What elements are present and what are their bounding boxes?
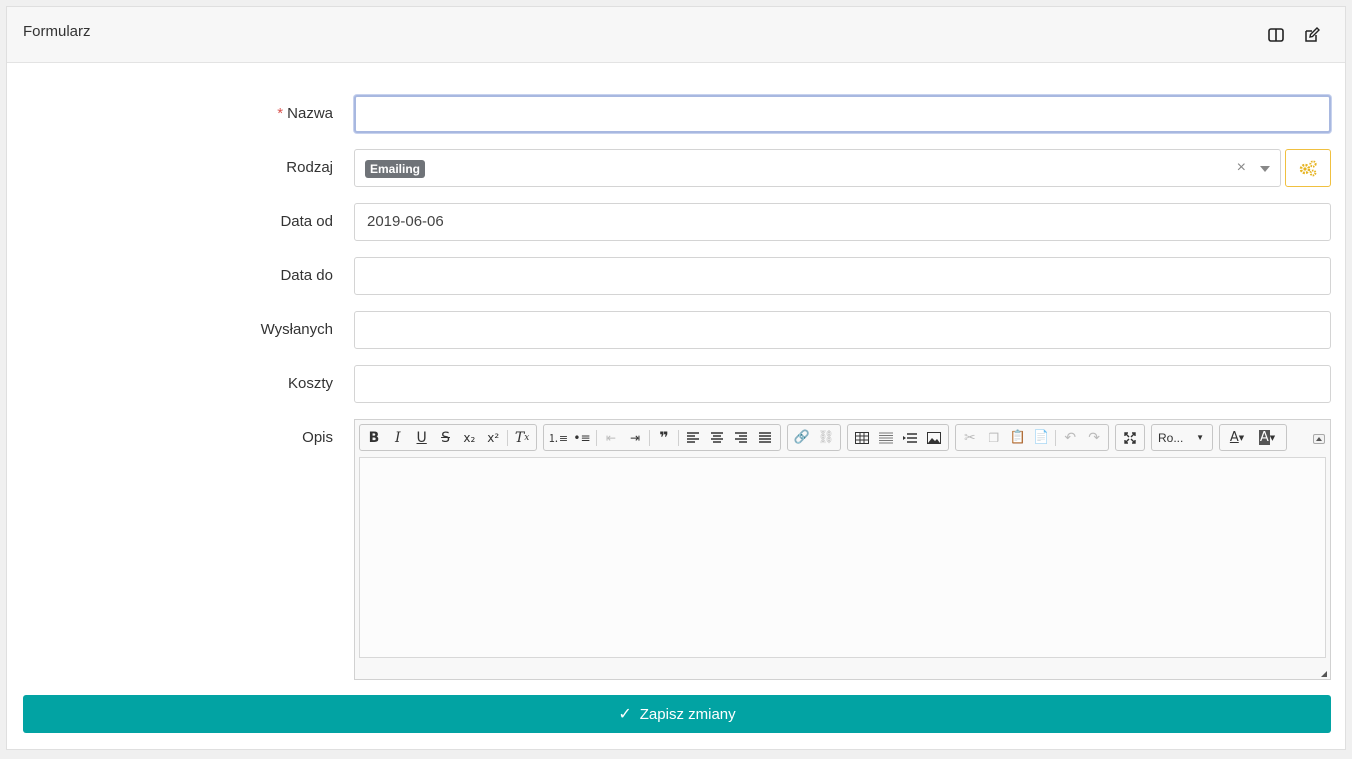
background-color-icon[interactable]: A ▼ xyxy=(1252,426,1282,450)
rodzaj-settings-button[interactable] xyxy=(1285,149,1331,187)
page-break-icon[interactable] xyxy=(898,426,922,450)
koszty-input[interactable] xyxy=(354,365,1331,403)
redo-icon[interactable]: ↷ xyxy=(1082,426,1106,450)
koszty-label: Koszty xyxy=(287,375,333,392)
maximize-icon[interactable] xyxy=(1118,426,1142,450)
card-header: Formularz xyxy=(7,7,1345,63)
gears-icon xyxy=(1299,160,1317,177)
toolbar-separator xyxy=(596,429,597,446)
toolbar-separator xyxy=(1055,429,1057,446)
columns-icon[interactable] xyxy=(1266,25,1286,45)
nazwa-input[interactable] xyxy=(354,95,1331,133)
data-od-label: Data od xyxy=(280,213,333,230)
required-marker: * xyxy=(277,105,284,122)
remove-format-icon[interactable]: Tx xyxy=(510,426,534,450)
edit-icon[interactable] xyxy=(1302,25,1322,45)
paste-text-icon[interactable]: 📄 xyxy=(1029,426,1053,450)
undo-icon[interactable]: ↶ xyxy=(1058,426,1082,450)
toolbar-group-links: 🔗 ⛓ xyxy=(787,424,841,451)
paste-icon[interactable]: 📋 xyxy=(1006,426,1030,450)
opis-label: Opis xyxy=(302,429,333,446)
check-icon: ✓ xyxy=(618,706,632,723)
superscript-icon[interactable]: x² xyxy=(481,426,505,450)
editor-content-area[interactable] xyxy=(359,457,1326,658)
align-right-icon[interactable] xyxy=(729,426,753,450)
toolbar-group-basic: B I U S x₂ x² Tx xyxy=(359,424,537,451)
resize-handle[interactable] xyxy=(1321,671,1327,677)
toolbar-group-font: Ro... ▼ xyxy=(1151,424,1213,451)
save-button-label: Zapisz zmiany xyxy=(639,705,736,723)
indent-icon[interactable]: ⇥ xyxy=(623,426,647,450)
bulleted-list-icon[interactable]: •≡ xyxy=(570,426,594,450)
horizontal-line-icon[interactable] xyxy=(874,426,898,450)
card-title: Formularz xyxy=(23,23,91,40)
data-od-input[interactable]: 2019-06-06 xyxy=(354,203,1331,241)
clear-icon[interactable]: × xyxy=(1237,159,1246,177)
wyslanych-input[interactable] xyxy=(354,311,1331,349)
nazwa-label-text: Nazwa xyxy=(287,105,333,122)
bold-icon[interactable]: B xyxy=(362,426,386,450)
toolbar-separator xyxy=(507,429,509,446)
chevron-down-icon: ▼ xyxy=(1196,433,1204,442)
toolbar-group-clipboard: ✂ ❐ 📋 📄 ↶ ↷ xyxy=(955,424,1109,451)
blockquote-icon[interactable]: ❞ xyxy=(652,426,676,450)
italic-icon[interactable]: I xyxy=(386,426,410,450)
wyslanych-label: Wysłanych xyxy=(260,321,333,338)
table-icon[interactable] xyxy=(850,426,874,450)
outdent-icon[interactable]: ⇤ xyxy=(599,426,623,450)
image-icon[interactable] xyxy=(922,426,946,450)
toolbar-group-colors: A ▼ A ▼ xyxy=(1219,424,1287,451)
data-do-label: Data do xyxy=(280,267,333,284)
link-icon[interactable]: 🔗 xyxy=(790,426,814,450)
toolbar-separator xyxy=(649,429,650,446)
rodzaj-select[interactable]: Emailing × xyxy=(354,149,1281,187)
nazwa-label: * Nazwa xyxy=(133,105,333,122)
selected-tag[interactable]: Emailing xyxy=(365,160,426,178)
font-combo[interactable]: Ro... ▼ xyxy=(1152,426,1210,450)
toolbar-group-view xyxy=(1115,424,1145,451)
align-left-icon[interactable] xyxy=(681,426,705,450)
save-button[interactable]: ✓ Zapisz zmiany xyxy=(23,695,1331,733)
copy-icon[interactable]: ❐ xyxy=(982,426,1006,450)
subscript-icon[interactable]: x₂ xyxy=(457,426,481,450)
chevron-down-icon[interactable] xyxy=(1260,166,1270,172)
toolbar-separator xyxy=(678,429,679,446)
data-do-input[interactable] xyxy=(354,257,1331,295)
form-card: Formularz * Nazwa Rodzaj Emailing × Data … xyxy=(6,6,1346,750)
underline-icon[interactable]: U xyxy=(410,426,434,450)
rodzaj-label: Rodzaj xyxy=(286,159,333,176)
text-color-icon[interactable]: A ▼ xyxy=(1222,426,1252,450)
numbered-list-icon[interactable]: ⒈≡ xyxy=(546,426,570,450)
font-combo-value: Ro... xyxy=(1158,430,1184,445)
align-center-icon[interactable] xyxy=(705,426,729,450)
align-justify-icon[interactable] xyxy=(753,426,777,450)
unlink-icon[interactable]: ⛓ xyxy=(814,426,838,450)
rich-text-editor: B I U S x₂ x² Tx ⒈≡ •≡ ⇤ ⇥ ❞ 🔗 ⛓ ✂ ❐ 📋 📄… xyxy=(354,419,1331,680)
editor-toolbar: B I U S x₂ x² Tx ⒈≡ •≡ ⇤ ⇥ ❞ 🔗 ⛓ ✂ ❐ 📋 📄… xyxy=(359,424,1319,451)
toolbar-collapse-icon[interactable] xyxy=(1313,434,1325,444)
cut-icon[interactable]: ✂ xyxy=(958,426,982,450)
toolbar-group-paragraph: ⒈≡ •≡ ⇤ ⇥ ❞ xyxy=(543,424,781,451)
toolbar-group-insert xyxy=(847,424,949,451)
strikethrough-icon[interactable]: S xyxy=(434,426,458,450)
